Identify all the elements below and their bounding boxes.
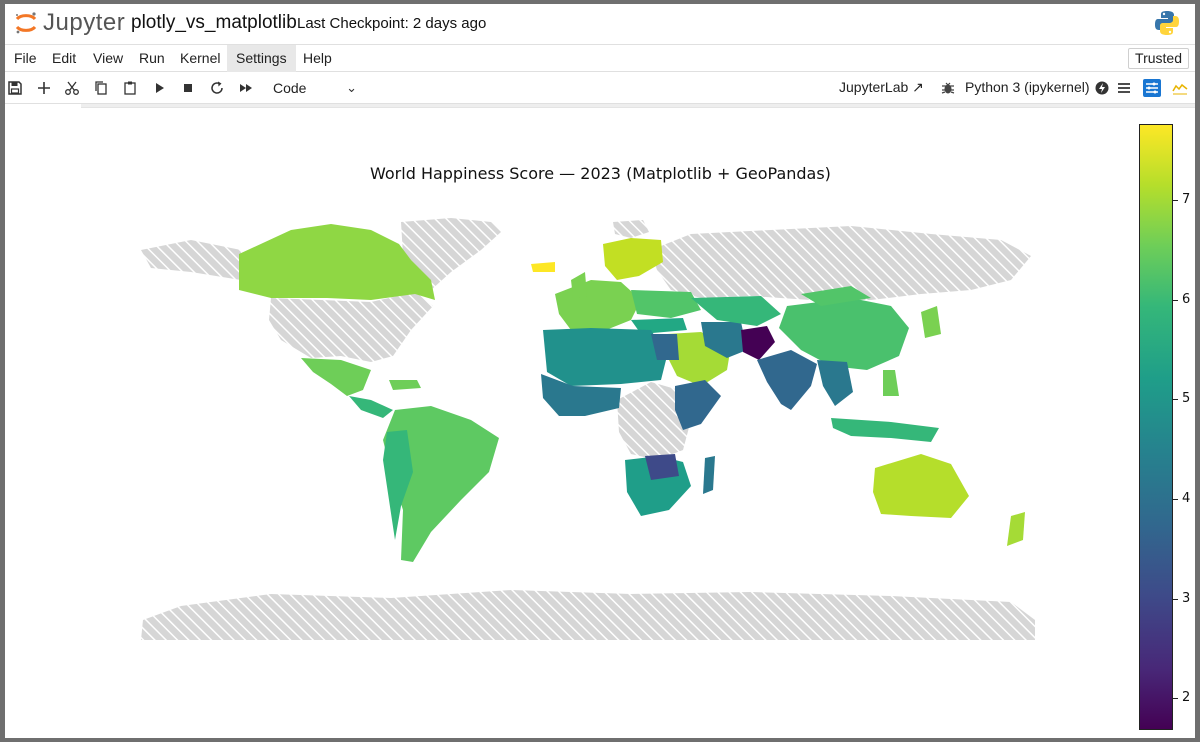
colorbar-tick-label: 6 [1182, 292, 1191, 307]
menu-run[interactable]: Run [130, 45, 174, 72]
checkpoint-status: Last Checkpoint: 2 days ago [297, 15, 487, 32]
philippines-region [883, 370, 899, 396]
jupyterlab-link[interactable]: JupyterLab ↗ [839, 79, 924, 96]
uk-region [571, 272, 587, 298]
cell-type-value: Code [273, 80, 307, 96]
usa-region [269, 292, 433, 362]
north-africa-region [543, 328, 667, 386]
afghanistan-region [741, 326, 775, 360]
stop-icon[interactable] [179, 79, 197, 97]
world-choropleth-map [141, 218, 1035, 640]
header: Jupyter plotly_vs_matplotlib Last Checkp… [5, 4, 1195, 44]
new-zealand-region [1007, 512, 1025, 546]
colorbar [1139, 124, 1173, 730]
resource-usage-icon[interactable] [1171, 79, 1189, 97]
menu-edit[interactable]: Edit [43, 45, 85, 72]
save-icon[interactable] [6, 79, 24, 97]
india-region [757, 350, 817, 410]
menu-bar: File Edit View Run Kernel Settings Help … [5, 44, 1195, 72]
caribbean-region [389, 380, 421, 390]
menu-lines-icon[interactable] [1115, 79, 1133, 97]
paste-icon[interactable] [121, 79, 139, 97]
europe-west-region [555, 280, 641, 332]
notebook-toolbar: Code ⌄ JupyterLab ↗ Python 3 (ipykernel) [5, 72, 1195, 104]
colorbar-tick-label: 7 [1182, 192, 1191, 207]
menu-file[interactable]: File [5, 45, 46, 72]
trusted-indicator[interactable]: Trusted [1128, 48, 1189, 69]
copy-icon[interactable] [92, 79, 110, 97]
iceland-region [531, 262, 555, 272]
cell-type-dropdown[interactable]: Code ⌄ [267, 78, 359, 98]
brand-name: Jupyter [43, 9, 126, 36]
colorbar-tick-label: 2 [1182, 690, 1191, 705]
add-cell-icon[interactable] [35, 79, 53, 97]
restart-icon[interactable] [208, 79, 226, 97]
property-inspector-icon[interactable] [1143, 79, 1161, 97]
run-icon[interactable] [150, 79, 168, 97]
cell-separator [81, 104, 1195, 108]
eastern-europe-region [631, 290, 701, 318]
menu-kernel[interactable]: Kernel [171, 45, 229, 72]
east-africa-region [675, 380, 721, 430]
kernel-name[interactable]: Python 3 (ipykernel) [965, 79, 1090, 95]
notebook-title[interactable]: plotly_vs_matplotlib [131, 12, 297, 34]
mexico-region [301, 358, 371, 396]
zimbabwe-region [645, 454, 679, 480]
antarctica-region [141, 590, 1035, 640]
central-asia-region [691, 296, 781, 326]
se-asia-region [817, 360, 853, 406]
chart-title: World Happiness Score — 2023 (Matplotlib… [370, 164, 831, 183]
australia-region [873, 454, 969, 518]
japan-region [921, 306, 941, 338]
menu-view[interactable]: View [84, 45, 132, 72]
madagascar-region [703, 456, 715, 494]
chevron-down-icon: ⌄ [346, 80, 357, 95]
north-america-north-region [141, 240, 241, 280]
fast-forward-icon[interactable] [237, 79, 255, 97]
menu-settings[interactable]: Settings [227, 45, 296, 72]
notebook-window: Jupyter plotly_vs_matplotlib Last Checkp… [5, 4, 1195, 738]
colorbar-tick-label: 5 [1182, 391, 1191, 406]
colorbar-tick-label: 3 [1182, 591, 1191, 606]
jupyter-logo-icon[interactable] [13, 10, 39, 36]
cut-icon[interactable] [63, 79, 81, 97]
central-america-region [349, 396, 393, 418]
jupyterlab-link-label: JupyterLab [839, 79, 909, 95]
kernel-status-icon [1093, 79, 1111, 97]
indonesia-region [831, 418, 939, 442]
svalbard-region [613, 220, 649, 238]
python-logo-icon [1155, 11, 1179, 35]
menu-help[interactable]: Help [294, 45, 341, 72]
debugger-icon[interactable] [939, 79, 957, 97]
colorbar-tick-label: 4 [1182, 491, 1191, 506]
external-link-icon: ↗ [912, 79, 924, 95]
scandinavia-region [603, 238, 663, 280]
